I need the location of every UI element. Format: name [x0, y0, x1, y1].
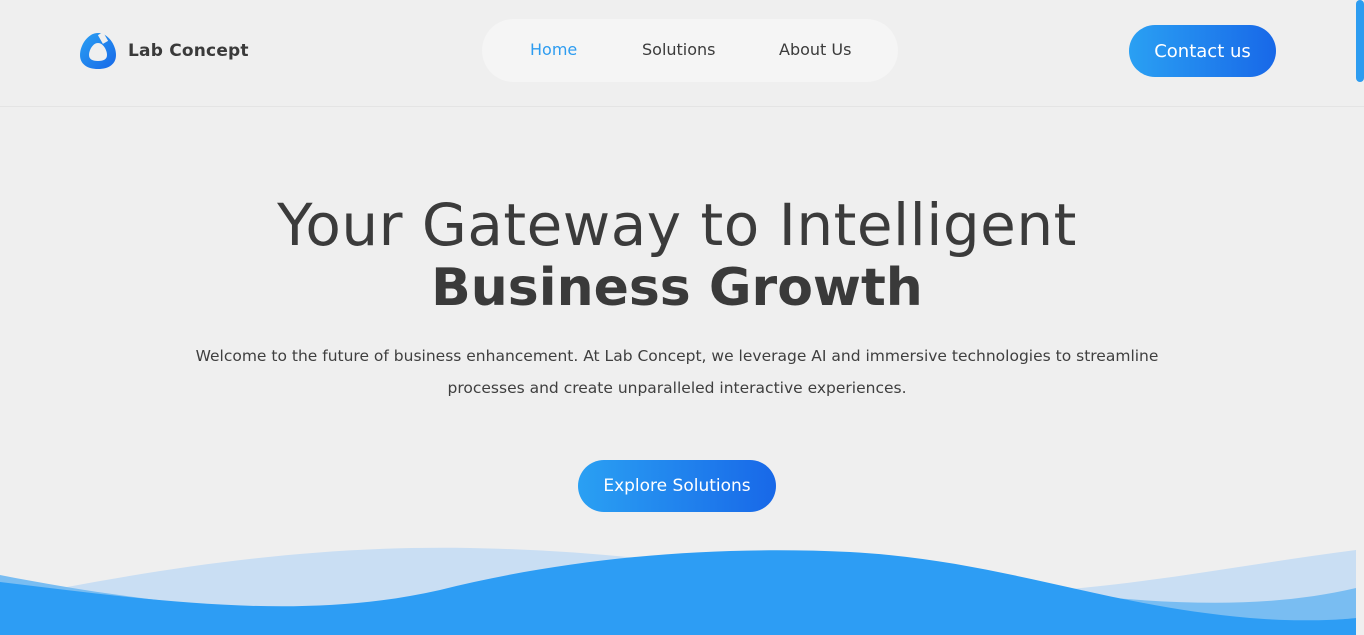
main-nav: Home Solutions About Us: [482, 19, 898, 82]
explore-solutions-button[interactable]: Explore Solutions: [578, 460, 776, 512]
site-header: Lab Concept Home Solutions About Us Cont…: [0, 0, 1364, 107]
hero-title-line1: Your Gateway to Intelligent: [277, 191, 1077, 259]
nav-item-solutions[interactable]: Solutions: [642, 40, 716, 60]
brand-logo-link[interactable]: Lab Concept: [78, 31, 249, 71]
lab-concept-logo-icon: [80, 32, 116, 69]
brand-name: Lab Concept: [128, 41, 249, 61]
hero-description: Welcome to the future of business enhanc…: [195, 347, 1159, 397]
contact-us-button[interactable]: Contact us: [1129, 25, 1276, 77]
hero-title-line2: Business Growth: [431, 258, 923, 318]
decorative-waves: [0, 547, 1356, 635]
nav-item-home[interactable]: Home: [530, 40, 577, 60]
nav-item-about-us[interactable]: About Us: [779, 40, 851, 60]
hero-title: Your Gateway to Intelligent Business Gro…: [0, 192, 1354, 318]
page-scrollbar-thumb[interactable]: [1356, 0, 1364, 82]
